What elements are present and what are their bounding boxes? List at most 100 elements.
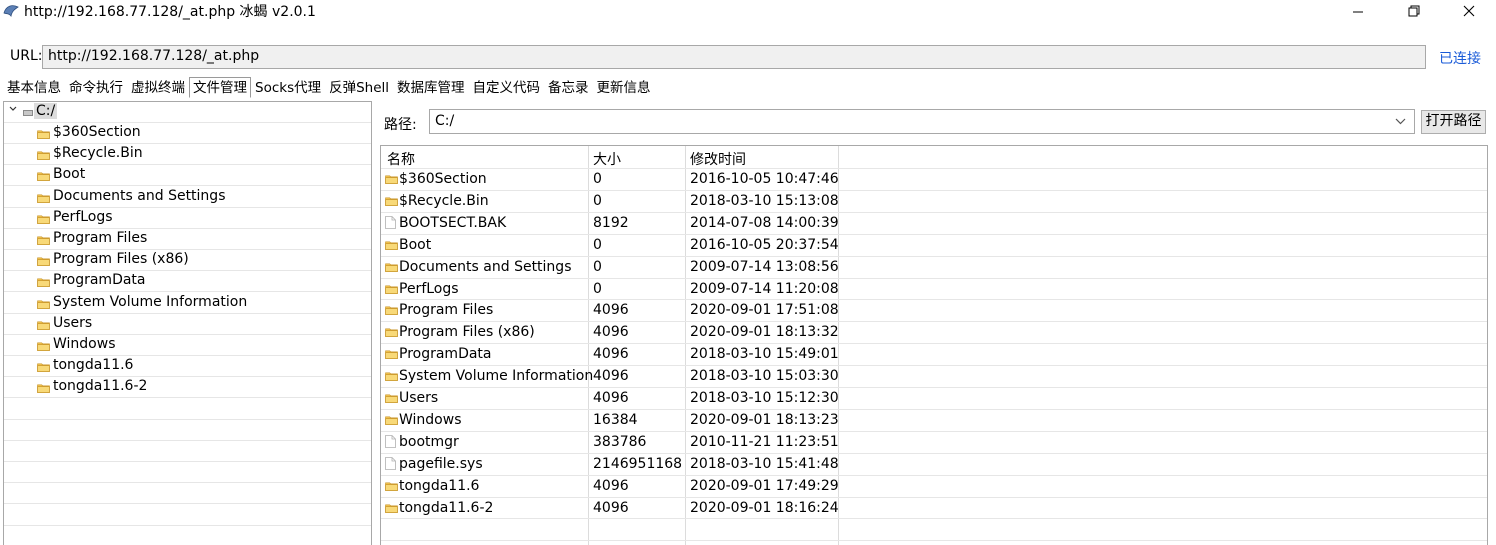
window-title: http://192.168.77.128/_at.php 冰蝎 v2.0.1: [24, 4, 316, 20]
table-empty-row: [381, 518, 1487, 540]
column-header-name[interactable]: 名称: [387, 149, 415, 169]
tree-item[interactable]: Boot: [4, 165, 371, 187]
folder-icon: [37, 171, 50, 182]
tree-item[interactable]: Program Files (x86): [4, 250, 371, 272]
tab-item[interactable]: 备忘录: [544, 77, 593, 98]
table-row[interactable]: Users 4096 2018-03-10 15:12:30: [381, 387, 1487, 409]
tree-item[interactable]: PerfLogs: [4, 208, 371, 229]
minimize-icon: [1353, 11, 1363, 13]
tab-item[interactable]: 虚拟终端: [127, 77, 189, 98]
open-path-button[interactable]: 打开路径: [1421, 110, 1486, 134]
file-mtime-cell: 2018-03-10 15:03:30: [690, 368, 839, 385]
tree-item[interactable]: $Recycle.Bin: [4, 144, 371, 166]
minimize-button[interactable]: [1335, 0, 1381, 22]
tree-item-label: Program Files (x86): [53, 251, 189, 268]
file-table: 名称 大小 修改时间 $360Section 0 2016-10-05 10:47:…: [380, 145, 1488, 545]
folder-icon: [37, 150, 50, 161]
tree-item-label: tongda11.6: [53, 357, 134, 374]
folder-icon: [37, 235, 50, 245]
url-label: URL:: [10, 48, 43, 64]
tab-item[interactable]: 基本信息: [3, 77, 65, 98]
table-row[interactable]: Program Files (x86) 4096 2020-09-01 18:13:…: [381, 321, 1487, 343]
tree-empty-row: [4, 441, 371, 462]
tree-empty-row: [4, 526, 371, 545]
tree-item[interactable]: tongda11.6: [4, 356, 371, 378]
table-row[interactable]: tongda11.6 4096 2020-09-01 17:49:29: [381, 474, 1487, 497]
tree-item-label: ProgramData: [53, 272, 146, 289]
tab-bar: 基本信息 命令执行 虚拟终端 文件管理 Socks代理 反弹Shell 数据库管理 自定义代码…: [3, 77, 655, 98]
url-field[interactable]: http://192.168.77.128/_at.php: [42, 45, 1426, 69]
file-size-cell: 4096: [593, 390, 629, 406]
file-name-cell: Users: [399, 390, 439, 406]
tab-item[interactable]: Socks代理: [251, 77, 325, 98]
chevron-down-icon[interactable]: [8, 104, 18, 117]
tree-empty-row: [4, 399, 371, 420]
path-select[interactable]: C:/: [429, 109, 1415, 134]
table-row[interactable]: PerfLogs 0 2009-07-14 11:20:08: [381, 277, 1487, 300]
drive-icon: [23, 110, 33, 116]
table-row[interactable]: BOOTSECT.BAK 8192 2014-07-08 14:00:39: [381, 211, 1487, 234]
path-value: C:/: [435, 113, 455, 129]
file-name-cell: $Recycle.Bin: [399, 192, 489, 209]
tab-item[interactable]: 命令执行: [65, 77, 127, 98]
restore-icon: [1408, 5, 1420, 17]
tree-item[interactable]: Program Files: [4, 229, 371, 250]
chevron-down-icon[interactable]: [1395, 113, 1406, 130]
tree-item[interactable]: Users: [4, 314, 371, 335]
folder-icon: [385, 262, 398, 272]
table-row[interactable]: $Recycle.Bin 0 2018-03-10 15:13:08: [381, 189, 1487, 212]
file-mtime-cell: 2018-03-10 15:13:08: [690, 192, 839, 209]
folder-icon: [37, 129, 50, 139]
table-row[interactable]: Boot 0 2016-10-05 20:37:54: [381, 233, 1487, 256]
tree-item-label: System Volume Information: [53, 293, 248, 310]
table-row[interactable]: pagefile.sys 2146951168 2018-03-10 15:41:4…: [381, 452, 1487, 475]
folder-icon: [37, 256, 50, 267]
file-mtime-cell: 2009-07-14 11:20:08: [690, 280, 839, 297]
folder-icon: [385, 371, 398, 382]
tree-item[interactable]: Windows: [4, 335, 371, 356]
column-header-size[interactable]: 大小: [593, 149, 621, 169]
table-row[interactable]: ProgramData 4096 2018-03-10 15:49:01: [381, 343, 1487, 365]
tree-item-label: tongda11.6-2: [53, 378, 148, 395]
table-row[interactable]: Program Files 4096 2020-09-01 17:51:08: [381, 299, 1487, 321]
tree-item-label: PerfLogs: [53, 208, 113, 225]
close-button[interactable]: [1446, 0, 1492, 22]
restore-button[interactable]: [1391, 0, 1437, 22]
table-row[interactable]: tongda11.6-2 4096 2020-09-01 18:16:24: [381, 496, 1487, 519]
tree-root-row[interactable]: C:/: [4, 102, 371, 123]
table-row[interactable]: Windows 16384 2020-09-01 18:13:23: [381, 408, 1487, 431]
file-mtime-cell: 2014-07-08 14:00:39: [690, 214, 839, 231]
file-size-cell: 0: [593, 280, 602, 297]
tree-item-label: Program Files: [53, 230, 148, 246]
directory-tree: C:/ $360Section $Recycle.Bin Boot Documents…: [3, 101, 372, 545]
folder-icon: [385, 481, 398, 491]
tab-item[interactable]: 数据库管理: [393, 77, 469, 98]
tab-item[interactable]: 反弹Shell: [325, 77, 393, 98]
table-row[interactable]: Documents and Settings 0 2009-07-14 13:08:…: [381, 255, 1487, 278]
tab-item[interactable]: 更新信息: [593, 77, 655, 98]
folder-icon: [385, 327, 398, 338]
table-row[interactable]: bootmgr 383786 2010-11-21 11:23:51: [381, 430, 1487, 453]
file-size-cell: 0: [593, 258, 602, 275]
tree-item-label: Windows: [53, 336, 116, 352]
tree-item[interactable]: tongda11.6-2: [4, 377, 371, 399]
file-mtime-cell: 2016-10-05 10:47:46: [690, 171, 839, 187]
tab-item[interactable]: 自定义代码: [469, 77, 545, 98]
file-size-cell: 2146951168: [593, 455, 683, 472]
tree-item[interactable]: Documents and Settings: [4, 187, 371, 208]
tree-item[interactable]: $360Section: [4, 123, 371, 144]
connection-status-link[interactable]: 已连接: [1439, 48, 1481, 68]
file-size-cell: 4096: [593, 302, 629, 319]
tree-item[interactable]: ProgramData: [4, 271, 371, 293]
tree-item[interactable]: System Volume Information: [4, 293, 371, 314]
file-size-cell: 16384: [593, 411, 638, 428]
tree-item-label: $360Section: [53, 124, 141, 140]
column-header-mtime[interactable]: 修改时间: [690, 149, 746, 169]
tree-item-label: Documents and Settings: [53, 187, 226, 204]
folder-icon: [385, 196, 398, 206]
table-row[interactable]: $360Section 0 2016-10-05 10:47:46: [381, 168, 1487, 190]
title-bar: http://192.168.77.128/_at.php 冰蝎 v2.0.1: [0, 0, 1496, 22]
file-name-cell: Boot: [399, 236, 432, 253]
table-row[interactable]: System Volume Information 4096 2018-03-10 …: [381, 365, 1487, 387]
tab-item[interactable]: 文件管理: [189, 77, 251, 98]
